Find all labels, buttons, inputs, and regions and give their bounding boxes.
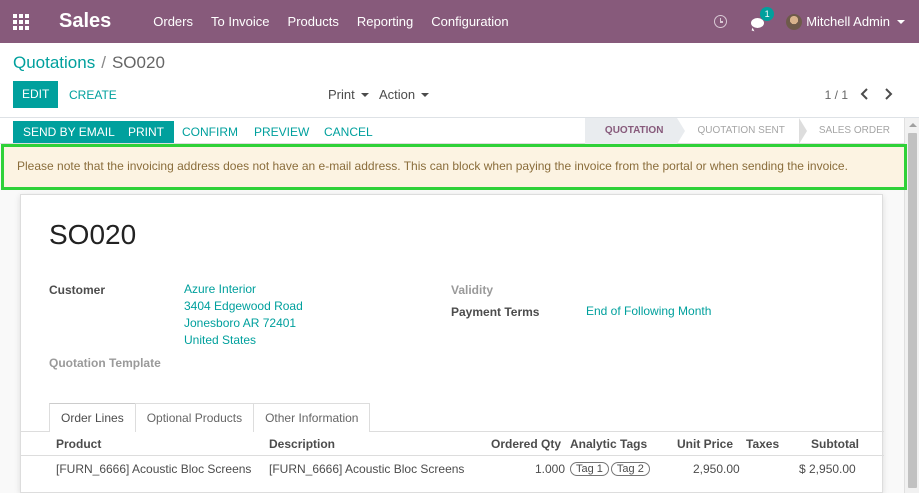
control-panel: Quotations / SO020 EDIT CREATE Print Act… (0, 43, 919, 118)
stage-quotation-sent: QUOTATION SENT (677, 118, 807, 144)
notebook-tabs: Order Lines Optional Products Other Info… (49, 403, 371, 432)
pager-next-icon[interactable] (881, 87, 895, 101)
row-product: [FURN_6666] Acoustic Bloc Screens (56, 462, 252, 476)
send-by-email-button[interactable]: SEND BY EMAIL (13, 121, 125, 143)
menu-products[interactable]: Products (288, 14, 339, 29)
column-description[interactable]: Description (269, 437, 335, 451)
preview-button[interactable]: PREVIEW (254, 121, 309, 143)
column-subtotal[interactable]: Subtotal (811, 437, 859, 451)
stage-quotation-sent-label: QUOTATION SENT (697, 125, 785, 136)
menu-configuration[interactable]: Configuration (431, 14, 508, 29)
validity-label: Validity (451, 283, 494, 297)
statusbar: SEND BY EMAIL PRINT CONFIRM PREVIEW CANC… (0, 118, 904, 144)
column-product[interactable]: Product (56, 437, 101, 451)
customer-name-link[interactable]: Azure Interior (184, 282, 256, 296)
quotation-template-label: Quotation Template (49, 356, 161, 370)
order-lines-header: Product Description Ordered Qty Analytic… (21, 432, 884, 456)
customer-country[interactable]: United States (184, 333, 256, 347)
row-subtotal: $ 2,950.00 (799, 462, 856, 476)
messaging-button[interactable]: 1 (751, 6, 775, 28)
user-name[interactable]: Mitchell Admin (806, 14, 890, 29)
menu-reporting[interactable]: Reporting (357, 14, 413, 29)
stage-sales-order: SALES ORDER (799, 118, 904, 144)
action-dropdown[interactable]: Action (379, 87, 430, 102)
scroll-up-arrow-icon[interactable] (905, 118, 919, 132)
user-avatar[interactable] (786, 13, 803, 30)
caret-down-icon (360, 92, 369, 97)
create-button[interactable]: CREATE (69, 88, 117, 102)
pager-value[interactable]: 1 / 1 (825, 88, 848, 102)
analytic-tag[interactable]: Tag 2 (610, 462, 650, 476)
menu-to-invoice[interactable]: To Invoice (211, 14, 270, 29)
confirm-button[interactable]: CONFIRM (182, 121, 238, 143)
activity-clock-icon[interactable] (714, 15, 728, 28)
stage-sales-order-label: SALES ORDER (818, 125, 890, 136)
message-count-badge: 1 (760, 6, 775, 21)
column-unit-price[interactable]: Unit Price (677, 437, 733, 451)
pager-previous-icon[interactable] (857, 87, 871, 101)
customer-label: Customer (49, 283, 106, 297)
column-analytic-tags[interactable]: Analytic Tags (570, 437, 647, 451)
form-sheet: SO020 Customer Azure Interior 3404 Edgew… (20, 194, 884, 493)
top-navbar: Sales Orders To Invoice Products Reporti… (0, 0, 919, 43)
breadcrumb-current: SO020 (111, 53, 165, 72)
tab-order-lines[interactable]: Order Lines (49, 403, 136, 432)
column-taxes[interactable]: Taxes (746, 437, 779, 451)
analytic-tag[interactable]: Tag 1 (570, 462, 609, 476)
invoicing-address-warning: Please note that the invoicing address d… (1, 144, 907, 190)
print-dropdown-label: Print (328, 87, 355, 102)
app-title: Sales (59, 10, 112, 32)
breadcrumb-separator: / (101, 53, 106, 72)
customer-city[interactable]: Jonesboro AR 72401 (184, 316, 296, 330)
row-analytic-tags: Tag 1 Tag 2 (570, 461, 652, 476)
menu-orders[interactable]: Orders (153, 14, 193, 29)
payment-terms-label: Payment Terms (451, 305, 540, 319)
action-dropdown-label: Action (379, 87, 416, 102)
stage-pipeline: QUOTATION QUOTATION SENT SALES ORDER (584, 118, 904, 144)
cancel-button[interactable]: CANCEL (324, 121, 373, 143)
row-ordered-qty: 1.000 (535, 462, 566, 476)
caret-down-icon (421, 92, 430, 97)
scroll-thumb[interactable] (908, 133, 917, 488)
row-description: [FURN_6666] Acoustic Bloc Screens (269, 462, 465, 476)
order-name: SO020 (49, 219, 137, 250)
customer-street[interactable]: 3404 Edgewood Road (184, 299, 303, 313)
stage-quotation: QUOTATION (584, 118, 686, 144)
breadcrumb: Quotations / SO020 (13, 53, 165, 73)
tab-other-information[interactable]: Other Information (253, 403, 371, 432)
print-dropdown[interactable]: Print (328, 87, 369, 102)
apps-menu-icon[interactable] (0, 0, 42, 43)
column-ordered-qty[interactable]: Ordered Qty (491, 437, 561, 451)
table-row[interactable]: [FURN_6666] Acoustic Bloc Screens [FURN_… (21, 457, 884, 481)
stage-quotation-label: QUOTATION (604, 125, 664, 136)
payment-terms-value[interactable]: End of Following Month (586, 304, 711, 318)
user-menu-caret-icon[interactable] (897, 19, 905, 24)
row-unit-price: 2,950.00 (693, 462, 740, 476)
breadcrumb-quotations-link[interactable]: Quotations (13, 53, 95, 73)
print-button[interactable]: PRINT (118, 121, 174, 143)
tab-optional-products[interactable]: Optional Products (134, 403, 255, 432)
edit-button[interactable]: EDIT (13, 81, 59, 108)
